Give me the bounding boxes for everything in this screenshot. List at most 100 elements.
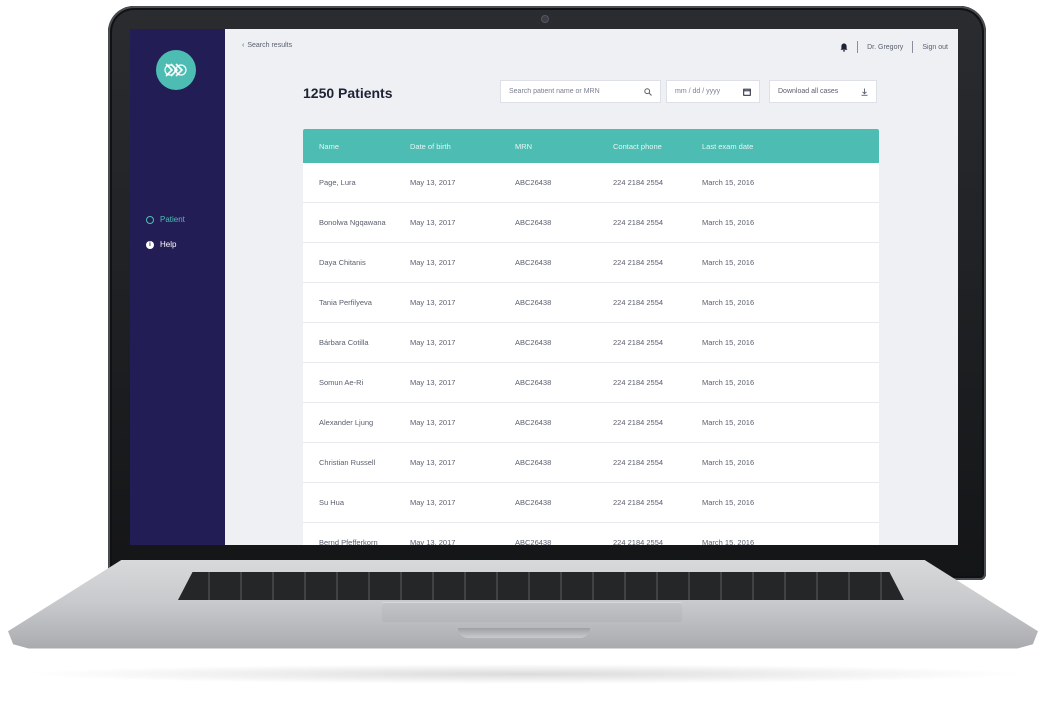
sidebar: Patient i Help [130,29,225,545]
top-bar: ‹ Search results Dr. Gregory Sign out [225,29,958,61]
date-filter-input[interactable]: mm / dd / yyyy [666,80,760,103]
column-header-date-of-birth[interactable]: Date of birth [410,142,515,151]
cell-mrn: ABC26438 [515,258,552,267]
cell-mrn: ABC26438 [515,458,552,467]
cell-last-exam-date: March 15, 2016 [702,178,755,187]
table-body: Page, Lura May 13, 2017 ABC26438 224 2184 2… [303,163,879,545]
cell-name: Somun Ae-Ri [319,378,364,387]
cell-date-of-birth: May 13, 2017 [410,218,456,227]
back-to-search-results-link[interactable]: ‹ Search results [242,42,292,49]
column-header-name[interactable]: Name [303,142,410,151]
sign-out-link[interactable]: Sign out [922,44,948,51]
cell-date-of-birth: May 13, 2017 [410,258,456,267]
cell-mrn: ABC26438 [515,338,552,347]
table-header: Name Date of birth MRN Contact phone Las… [303,129,879,163]
cell-mrn: ABC26438 [515,178,552,187]
cell-contact-phone: 224 2184 2554 [613,298,664,307]
cell-last-exam-date: March 15, 2016 [702,298,755,307]
cell-name: Su Hua [319,498,345,507]
cell-date-of-birth: May 13, 2017 [410,298,456,307]
cell-mrn: ABC26438 [515,298,552,307]
user-area: Dr. Gregory Sign out [840,41,948,53]
table-row[interactable]: Bernd Pfefferkorn May 13, 2017 ABC26438 224… [303,523,879,545]
cell-last-exam-date: March 15, 2016 [702,378,755,387]
patient-circle-icon [146,215,154,224]
cell-name: Bárbara Cotilla [319,338,369,347]
cell-name: Page, Lura [319,178,356,187]
date-placeholder: mm / dd / yyyy [675,88,721,95]
webcam [542,16,548,22]
column-header-mrn[interactable]: MRN [515,142,613,151]
cell-date-of-birth: May 13, 2017 [410,418,456,427]
back-link-label: Search results [247,42,293,49]
chevron-left-icon: ‹ [242,42,245,49]
cell-contact-phone: 224 2184 2554 [613,498,664,507]
cell-contact-phone: 224 2184 2554 [613,218,664,227]
cell-contact-phone: 224 2184 2554 [613,178,664,187]
interlocking-chevrons-logo-icon [164,63,187,77]
cell-name: Bernd Pfefferkorn [319,538,378,545]
cell-last-exam-date: March 15, 2016 [702,418,755,427]
logo[interactable] [156,50,196,90]
cell-date-of-birth: May 13, 2017 [410,338,456,347]
cell-last-exam-date: March 15, 2016 [702,498,755,507]
laptop-keyboard [178,572,904,600]
download-label: Download all cases [778,88,839,95]
cell-contact-phone: 224 2184 2554 [613,378,664,387]
cell-contact-phone: 224 2184 2554 [613,458,664,467]
table-row[interactable]: Su Hua May 13, 2017 ABC26438 224 2184 2554 M… [303,483,879,523]
search-box[interactable] [500,80,661,103]
cell-mrn: ABC26438 [515,218,552,227]
table-row[interactable]: Somun Ae-Ri May 13, 2017 ABC26438 224 2184 … [303,363,879,403]
table-row[interactable]: Bárbara Cotilla May 13, 2017 ABC26438 224 2… [303,323,879,363]
column-header-contact-phone[interactable]: Contact phone [613,142,702,151]
sidebar-item-patient[interactable]: Patient [146,215,185,224]
app-screen: Patient i Help ‹ Search results Dr. Greg… [130,29,958,545]
search-icon[interactable] [644,87,652,96]
cell-contact-phone: 224 2184 2554 [613,538,664,545]
column-header-last-exam-date[interactable]: Last exam date [702,142,822,151]
cell-name: Alexander Ljung [319,418,374,427]
calendar-icon[interactable] [743,88,751,96]
table-row[interactable]: Daya Chitanis May 13, 2017 ABC26438 224 218… [303,243,879,283]
cell-date-of-birth: May 13, 2017 [410,458,456,467]
laptop-shadow [20,664,1028,684]
cell-mrn: ABC26438 [515,498,552,507]
cell-last-exam-date: March 15, 2016 [702,258,755,267]
cell-name: Bonolwa Ngqawana [319,218,386,227]
table-row[interactable]: Page, Lura May 13, 2017 ABC26438 224 2184 2… [303,163,879,203]
cell-mrn: ABC26438 [515,418,552,427]
cell-date-of-birth: May 13, 2017 [410,538,456,545]
search-input[interactable] [509,88,629,95]
page-title: 1250 Patients [303,85,393,101]
cell-last-exam-date: March 15, 2016 [702,538,755,545]
sidebar-item-label: Help [160,240,177,249]
main-content: ‹ Search results Dr. Gregory Sign out 12… [225,29,958,545]
bell-icon[interactable] [840,43,848,52]
divider [857,41,859,53]
info-icon: i [146,240,154,249]
table-row[interactable]: Tania Perfilyeva May 13, 2017 ABC26438 224 … [303,283,879,323]
user-name[interactable]: Dr. Gregory [867,44,903,51]
table-row[interactable]: Christian Russell May 13, 2017 ABC26438 224… [303,443,879,483]
cell-name: Daya Chitanis [319,258,366,267]
cell-last-exam-date: March 15, 2016 [702,338,755,347]
sidebar-item-help[interactable]: i Help [146,240,176,249]
patients-table: Name Date of birth MRN Contact phone Las… [303,129,879,545]
cell-contact-phone: 224 2184 2554 [613,258,664,267]
cell-last-exam-date: March 15, 2016 [702,218,755,227]
download-icon [861,88,868,96]
download-all-cases-button[interactable]: Download all cases [769,80,877,103]
cell-mrn: ABC26438 [515,538,552,545]
cell-date-of-birth: May 13, 2017 [410,498,456,507]
table-row[interactable]: Alexander Ljung May 13, 2017 ABC26438 224 2… [303,403,879,443]
cell-date-of-birth: May 13, 2017 [410,378,456,387]
cell-last-exam-date: March 15, 2016 [702,458,755,467]
cell-mrn: ABC26438 [515,378,552,387]
cell-name: Tania Perfilyeva [319,298,372,307]
cell-date-of-birth: May 13, 2017 [410,178,456,187]
cell-contact-phone: 224 2184 2554 [613,418,664,427]
laptop-opening-notch [458,628,590,638]
table-row[interactable]: Bonolwa Ngqawana May 13, 2017 ABC26438 224 … [303,203,879,243]
divider [912,41,914,53]
